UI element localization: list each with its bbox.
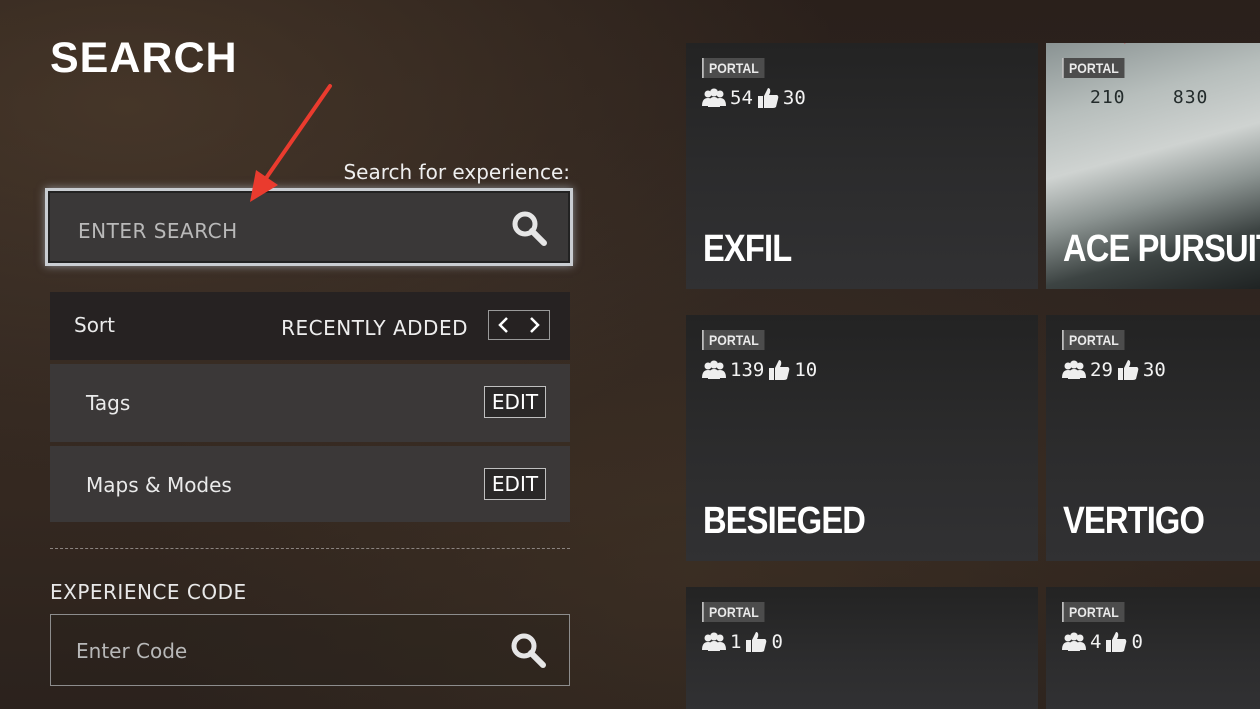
experience-card[interactable]: PORTAL 1 0	[686, 587, 1038, 709]
thumbs-up-icon	[757, 88, 779, 108]
card-stats: 1 0	[702, 631, 783, 653]
player-count: 1	[730, 631, 742, 653]
experience-card[interactable]: PORTAL 29 30 VERTIGO	[1046, 315, 1260, 561]
experience-code-label: EXPERIENCE CODE	[50, 580, 247, 604]
players-icon	[1062, 360, 1086, 379]
search-icon[interactable]	[510, 209, 548, 251]
chevron-left-icon[interactable]	[497, 316, 511, 334]
search-placeholder: ENTER SEARCH	[78, 219, 238, 243]
portal-badge: PORTAL	[702, 58, 765, 78]
tags-label: Tags	[86, 391, 131, 415]
player-count: 4	[1090, 631, 1102, 653]
portal-badge: PORTAL	[1062, 58, 1125, 78]
like-count: 0	[771, 631, 783, 653]
player-count: 139	[730, 359, 765, 381]
players-icon	[1062, 632, 1086, 651]
thumbs-up-icon	[769, 360, 790, 380]
page-title: SEARCH	[50, 34, 238, 82]
card-stats: 29 30	[1062, 359, 1166, 381]
player-count: 210	[1090, 87, 1126, 108]
like-count: 10	[794, 359, 818, 381]
thumbs-up-icon	[1106, 632, 1127, 652]
sort-label: Sort	[74, 313, 115, 337]
experience-card[interactable]: PORTAL 54 30 EXFIL	[686, 43, 1038, 289]
card-title: BESIEGED	[703, 500, 866, 542]
divider	[50, 548, 570, 549]
portal-badge: PORTAL	[702, 330, 765, 350]
players-icon	[702, 88, 726, 107]
player-count: 29	[1090, 359, 1113, 381]
code-placeholder: Enter Code	[76, 639, 188, 663]
card-stats: 210 830	[1090, 87, 1208, 108]
players-icon	[702, 632, 726, 651]
experience-card[interactable]: PORTAL 139 10 BESIEGED	[686, 315, 1038, 561]
card-title: EXFIL	[703, 228, 792, 270]
chevron-right-icon[interactable]	[527, 316, 541, 334]
portal-badge: PORTAL	[702, 602, 765, 622]
like-count: 30	[1142, 359, 1166, 381]
maps-modes-row[interactable]: Maps & Modes EDIT	[50, 446, 570, 522]
search-icon[interactable]	[509, 631, 547, 673]
experience-card[interactable]: PORTAL 210 830 ACE PURSUIT	[1046, 43, 1260, 289]
annotation-arrow-icon	[250, 84, 332, 202]
card-stats: 54 30	[702, 87, 806, 109]
maps-modes-edit-button[interactable]: EDIT	[484, 468, 546, 500]
portal-badge: PORTAL	[1062, 330, 1125, 350]
experience-card[interactable]: PORTAL 4 0	[1046, 587, 1260, 709]
portal-badge: PORTAL	[1062, 602, 1125, 622]
like-count: 830	[1172, 87, 1209, 108]
card-stats: 139 10	[702, 359, 817, 381]
thumbs-up-icon	[1117, 360, 1139, 380]
like-count: 0	[1131, 631, 1143, 653]
sort-value: RECENTLY ADDED	[281, 316, 468, 340]
maps-modes-label: Maps & Modes	[86, 473, 232, 497]
search-hint: Search for experience:	[343, 160, 570, 184]
players-icon	[702, 360, 726, 379]
tags-edit-button[interactable]: EDIT	[484, 386, 546, 418]
card-stats: 4 0	[1062, 631, 1143, 653]
like-count: 30	[782, 87, 806, 109]
background-art	[1123, 43, 1159, 61]
sort-arrows[interactable]	[488, 310, 550, 340]
thumbs-up-icon	[746, 632, 767, 652]
sort-row[interactable]: Sort RECENTLY ADDED	[50, 292, 570, 360]
card-title: VERTIGO	[1063, 500, 1205, 542]
card-title: ACE PURSUIT	[1063, 228, 1260, 270]
experience-code-input[interactable]: Enter Code	[50, 614, 570, 686]
player-count: 54	[730, 87, 753, 109]
tags-row[interactable]: Tags EDIT	[50, 364, 570, 442]
